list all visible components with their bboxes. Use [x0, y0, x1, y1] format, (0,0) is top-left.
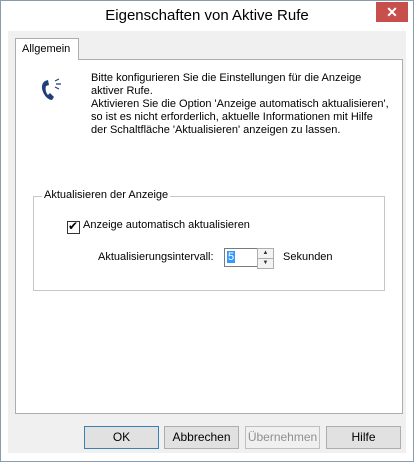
tab-panel-allgemein: Bitte konfigurieren Sie die Einstellunge…: [15, 59, 403, 414]
properties-dialog: Eigenschaften von Aktive Rufe ✕ Allgemei…: [0, 0, 414, 462]
window-frame-bottom: [1, 453, 413, 461]
refresh-interval-value: 5: [227, 251, 236, 263]
apply-button[interactable]: Übernehmen: [245, 426, 320, 449]
help-button[interactable]: Hilfe: [326, 426, 401, 449]
refresh-groupbox: Aktualisieren der Anzeige ✔ Anzeige auto…: [33, 189, 385, 291]
intro-text: Bitte konfigurieren Sie die Einstellunge…: [91, 72, 391, 137]
auto-refresh-label[interactable]: Anzeige automatisch aktualisieren: [83, 219, 250, 231]
intro-line-1: Bitte konfigurieren Sie die Einstellunge…: [91, 72, 362, 97]
cancel-button[interactable]: Abbrechen: [164, 426, 239, 449]
tab-allgemein[interactable]: Allgemein: [15, 38, 79, 60]
ok-button[interactable]: OK: [84, 426, 159, 449]
auto-refresh-checkbox[interactable]: ✔: [67, 219, 80, 234]
close-button[interactable]: ✕: [376, 2, 408, 22]
window-title: Eigenschaften von Aktive Rufe: [105, 7, 309, 24]
telephone-icon: [41, 78, 61, 100]
refresh-interval-input[interactable]: 5: [224, 248, 258, 267]
refresh-group-legend: Aktualisieren der Anzeige: [42, 189, 171, 201]
spin-down-icon[interactable]: ▼: [258, 259, 273, 268]
title-bar[interactable]: Eigenschaften von Aktive Rufe ✕: [1, 1, 413, 31]
window-frame-right: [406, 31, 413, 461]
refresh-interval-spinner[interactable]: ▲ ▼: [257, 248, 274, 269]
spin-up-icon[interactable]: ▲: [258, 249, 273, 259]
intro-line-2: Aktivieren Sie die Option 'Anzeige autom…: [91, 98, 389, 136]
refresh-interval-unit: Sekunden: [283, 251, 333, 263]
refresh-interval-label: Aktualisierungsintervall:: [98, 251, 214, 263]
checkmark-icon: ✔: [68, 219, 79, 233]
window-frame-left: [1, 31, 8, 461]
tab-allgemein-label: Allgemein: [22, 43, 71, 55]
